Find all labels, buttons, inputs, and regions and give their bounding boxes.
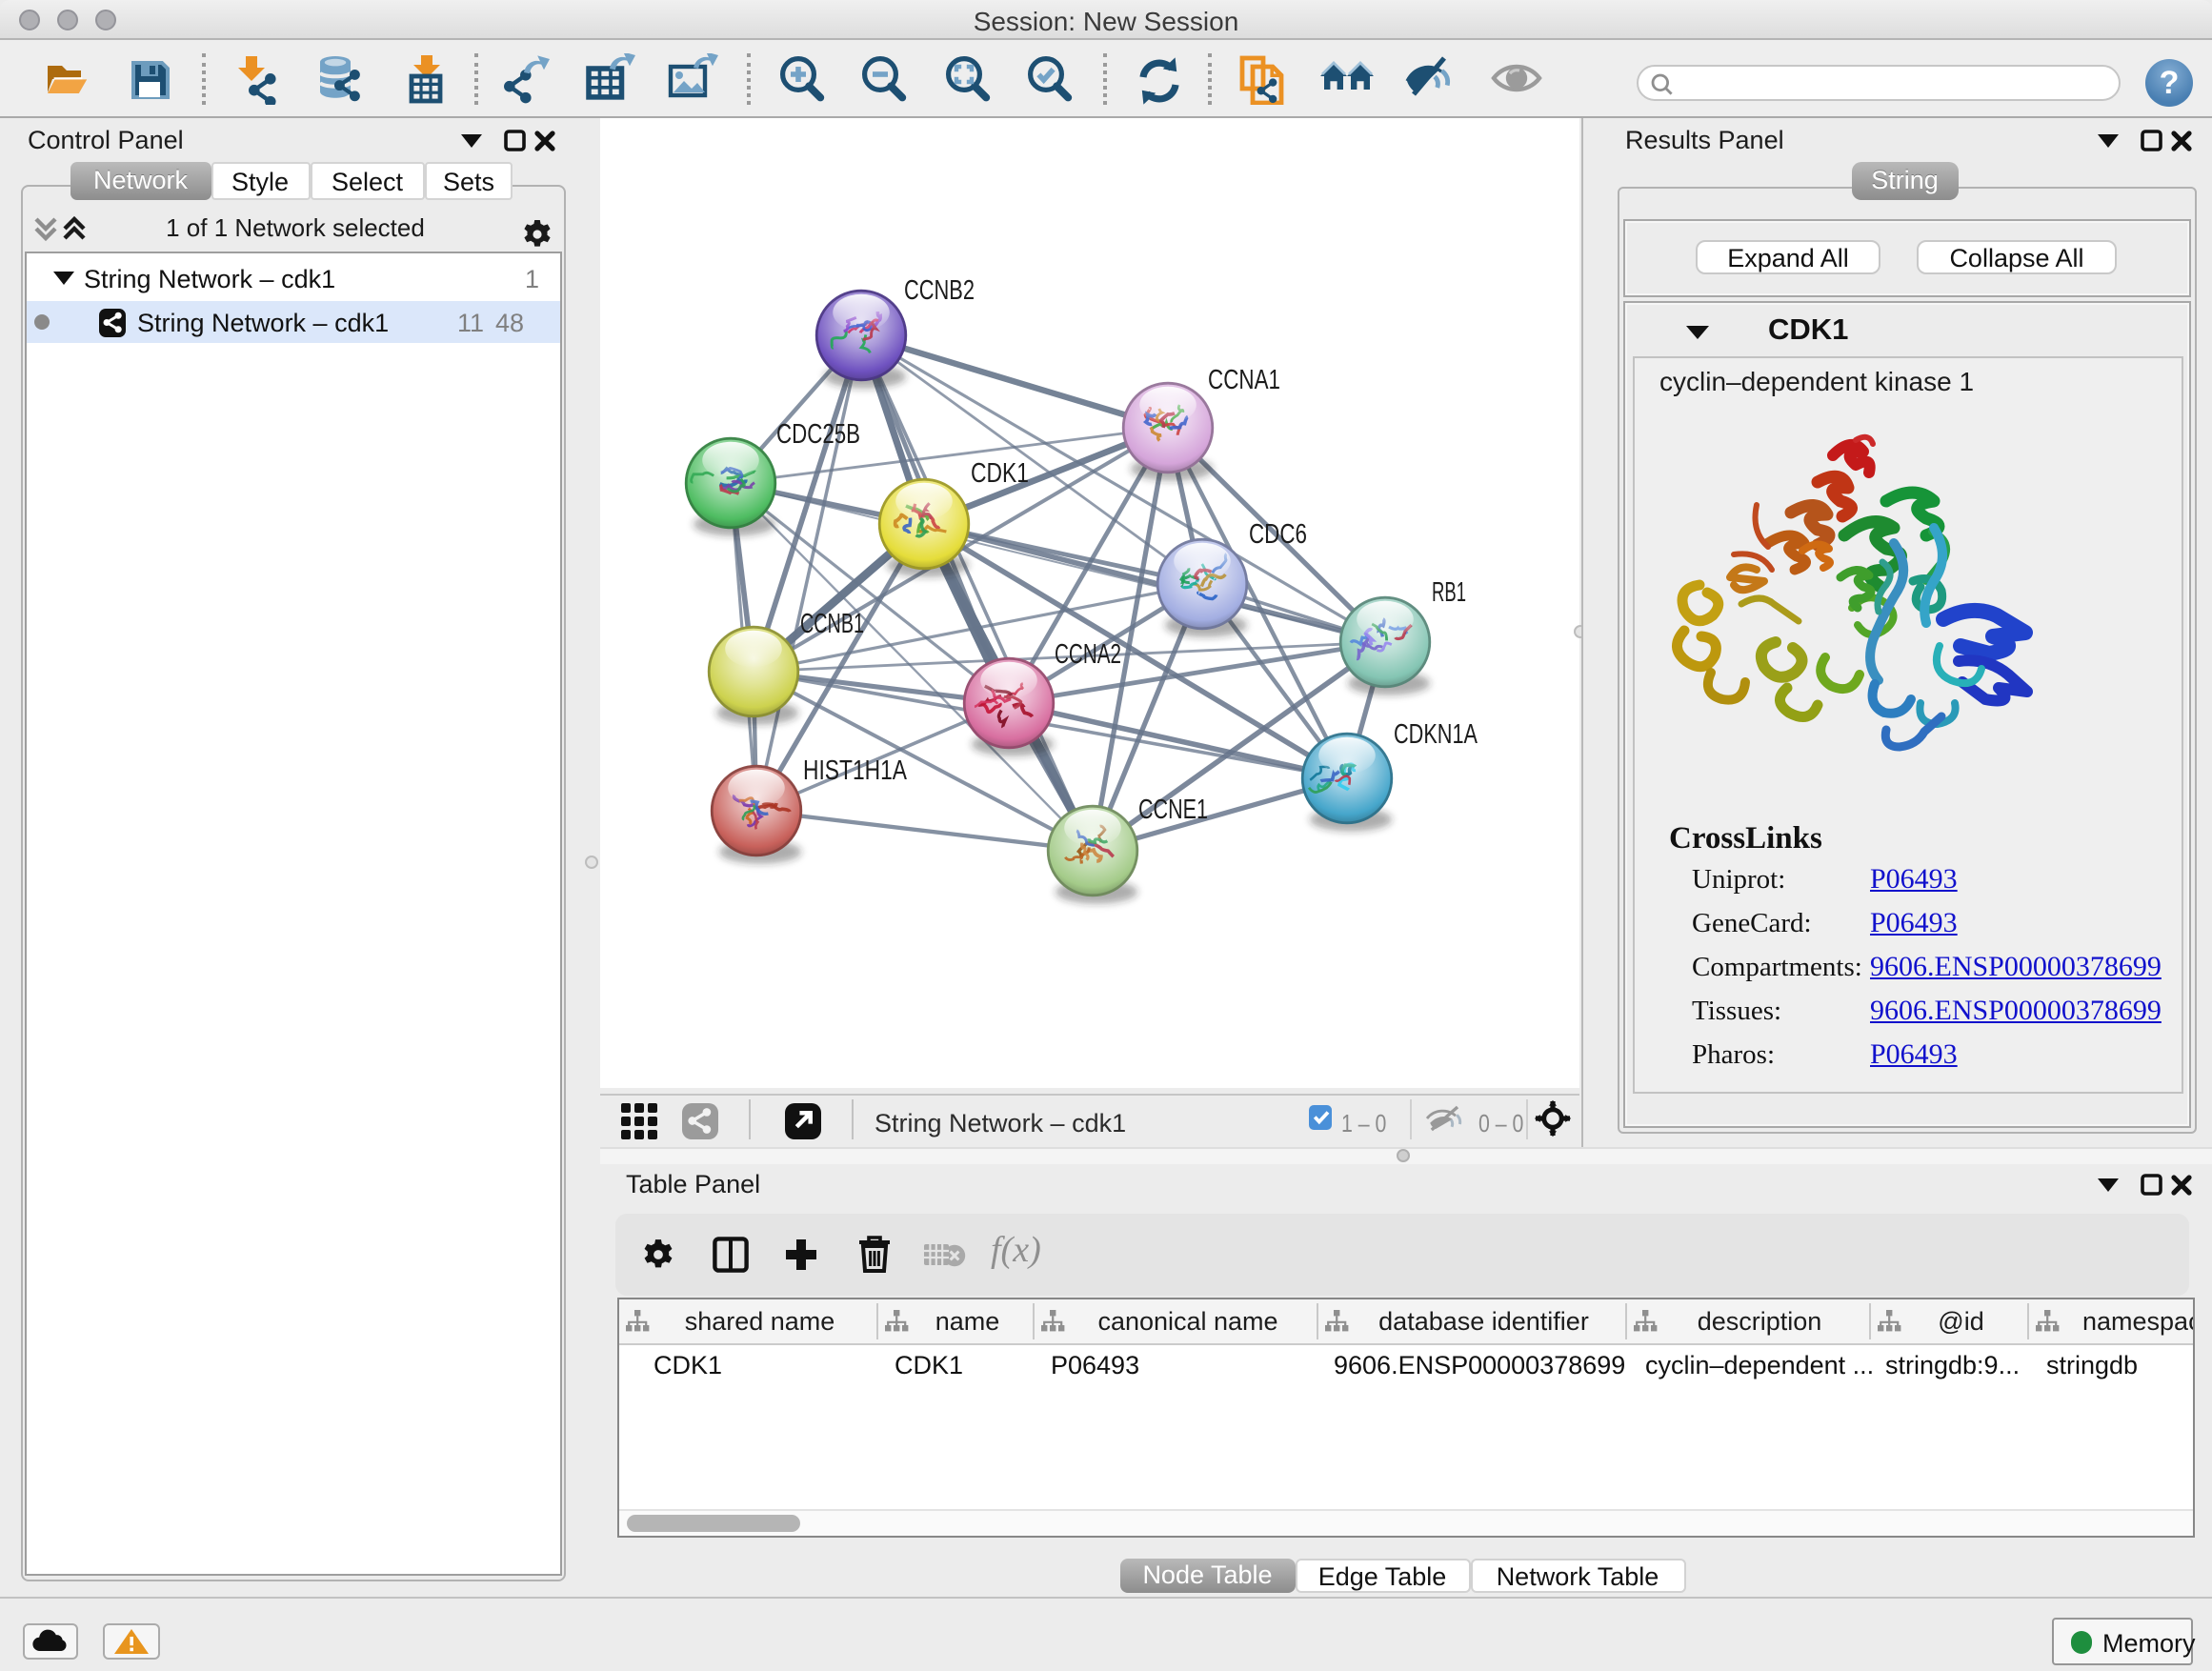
svg-text:CCNE1: CCNE1 xyxy=(1138,795,1208,825)
svg-text:CDC25B: CDC25B xyxy=(776,419,860,450)
svg-text:CDC6: CDC6 xyxy=(1249,519,1307,550)
svg-text:CCNA1: CCNA1 xyxy=(1208,365,1280,395)
svg-text:CCNA2: CCNA2 xyxy=(1055,639,1121,670)
svg-text:CCNB1: CCNB1 xyxy=(800,609,864,639)
svg-text:CDKN1A: CDKN1A xyxy=(1394,719,1478,750)
svg-text:RB1: RB1 xyxy=(1432,577,1466,608)
svg-text:HIST1H1A: HIST1H1A xyxy=(803,755,908,786)
svg-text:CDK1: CDK1 xyxy=(971,458,1029,489)
svg-text:CCNB2: CCNB2 xyxy=(904,275,975,306)
